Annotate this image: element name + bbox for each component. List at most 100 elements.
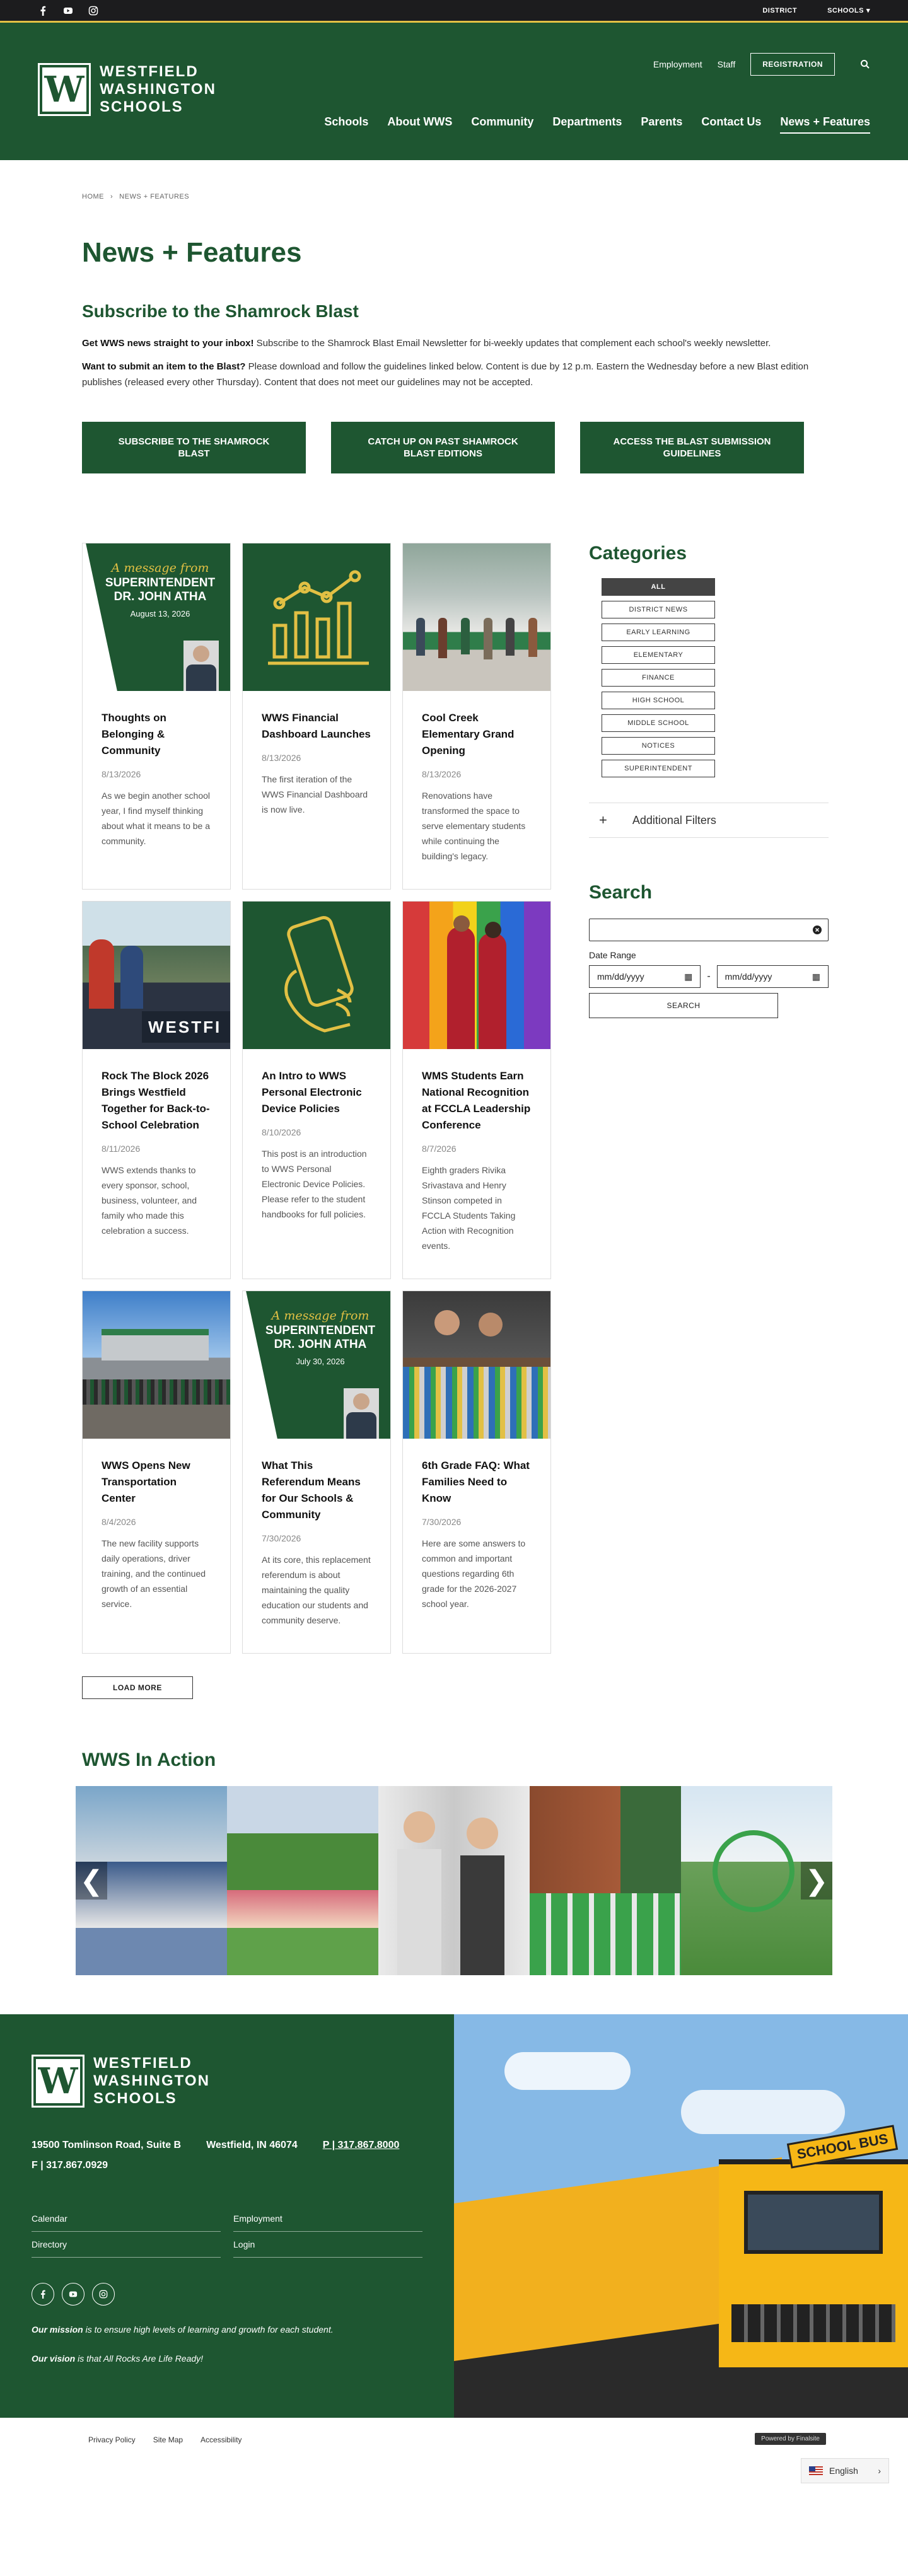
card-summary: Eighth graders Rivika Srivastava and Hen…	[422, 1165, 516, 1251]
clear-icon[interactable]	[813, 925, 822, 934]
card-title[interactable]: Rock The Block 2026 Brings Westfield Tog…	[102, 1068, 211, 1134]
news-card[interactable]: WMS Students Earn National Recognition a…	[402, 901, 551, 1279]
category-all[interactable]: ALL	[602, 578, 715, 596]
footer-login-link[interactable]: Login	[233, 2232, 422, 2258]
language-selector[interactable]: English ›	[801, 2458, 889, 2483]
accessibility-link[interactable]: Accessibility	[201, 2435, 242, 2444]
footer-logo[interactable]: W WESTFIELD WASHINGTON SCHOOLS	[32, 2055, 422, 2108]
schools-dropdown[interactable]: SCHOOLS ▾	[827, 6, 870, 15]
category-finance[interactable]: FINANCE	[602, 669, 715, 687]
start-date-field[interactable]: mm/dd/yyyy ▦	[589, 965, 701, 988]
category-elementary[interactable]: ELEMENTARY	[602, 646, 715, 664]
search-panel: Search Date Range mm/dd/yyyy ▦ - mm/dd/yy…	[589, 882, 829, 1018]
card-title[interactable]: What This Referendum Means for Our Schoo…	[262, 1458, 371, 1523]
youtube-icon[interactable]	[62, 2283, 84, 2306]
facebook-icon[interactable]	[32, 2283, 54, 2306]
category-notices[interactable]: NOTICES	[602, 737, 715, 755]
card-title[interactable]: Cool Creek Elementary Grand Opening	[422, 710, 532, 759]
registration-button[interactable]: REGISTRATION	[750, 53, 835, 76]
news-card[interactable]: 6th Grade FAQ: What Families Need to Kno…	[402, 1291, 551, 1654]
nav-schools[interactable]: Schools	[324, 115, 368, 134]
news-card[interactable]: A message from SUPERINTENDENT DR. JOHN A…	[82, 543, 231, 890]
site-header: W WESTFIELD WASHINGTON SCHOOLS Employmen…	[0, 23, 908, 160]
main-nav: Schools About WWS Community Departments …	[324, 115, 870, 150]
card-date: 7/30/2026	[262, 1533, 301, 1543]
nav-departments[interactable]: Departments	[552, 115, 622, 134]
employment-link[interactable]: Employment	[653, 59, 702, 69]
carousel-next-arrow[interactable]: ❯	[801, 1862, 832, 1900]
news-card[interactable]: An Intro to WWS Personal Electronic Devi…	[242, 901, 391, 1279]
plus-icon: +	[599, 812, 607, 828]
news-card[interactable]: WWS Financial Dashboard Launches 8/13/202…	[242, 543, 391, 890]
carousel-prev-arrow[interactable]: ❮	[76, 1862, 107, 1900]
footer-employment-link[interactable]: Employment	[233, 2206, 422, 2232]
card-date: 7/30/2026	[422, 1517, 462, 1527]
carousel-photo	[227, 1786, 378, 1975]
privacy-policy-link[interactable]: Privacy Policy	[88, 2435, 136, 2444]
chevron-right-icon: ›	[110, 193, 114, 200]
cta-row: SUBSCRIBE TO THE SHAMROCK BLAST CATCH UP…	[82, 422, 826, 473]
nav-contact[interactable]: Contact Us	[701, 115, 761, 134]
card-summary: The new facility supports daily operatio…	[102, 1538, 206, 1609]
footer-directory-link[interactable]: Directory	[32, 2232, 221, 2258]
instagram-icon[interactable]	[88, 6, 98, 16]
card-image: WESTFI	[83, 902, 230, 1049]
search-button[interactable]: SEARCH	[589, 993, 778, 1018]
site-logo[interactable]: W WESTFIELD WASHINGTON SCHOOLS	[38, 63, 216, 116]
staff-link[interactable]: Staff	[718, 59, 736, 69]
card-title[interactable]: WWS Financial Dashboard Launches	[262, 710, 371, 743]
carousel-photo	[378, 1786, 530, 1975]
subscribe-button[interactable]: SUBSCRIBE TO THE SHAMROCK BLAST	[82, 422, 306, 473]
search-input[interactable]	[589, 919, 829, 941]
load-more-button[interactable]: LOAD MORE	[82, 1676, 193, 1699]
news-card[interactable]: WWS Opens New Transportation Center 8/4/2…	[82, 1291, 231, 1654]
phone-hand-icon	[284, 915, 354, 1033]
news-card[interactable]: A message from SUPERINTENDENT DR. JOHN A…	[242, 1291, 391, 1654]
footer-contact: 19500 Tomlinson Road, Suite B Westfield,…	[32, 2135, 422, 2176]
footer-phone[interactable]: P | 317.867.8000	[323, 2135, 400, 2155]
card-image	[243, 543, 390, 691]
category-high-school[interactable]: HIGH SCHOOL	[602, 692, 715, 709]
wws-in-action: WWS In Action ❮ ❯	[0, 1749, 908, 1975]
footer-city: Westfield, IN 46074	[206, 2140, 298, 2150]
action-heading: WWS In Action	[82, 1749, 216, 1770]
nav-community[interactable]: Community	[471, 115, 533, 134]
nav-news-features[interactable]: News + Features	[780, 115, 870, 134]
carousel-photo	[530, 1786, 681, 1975]
category-middle-school[interactable]: MIDDLE SCHOOL	[602, 714, 715, 732]
youtube-icon[interactable]	[63, 6, 73, 16]
site-map-link[interactable]: Site Map	[153, 2435, 183, 2444]
card-summary: Renovations have transformed the space t…	[422, 791, 526, 861]
card-date: 8/11/2026	[102, 1144, 141, 1154]
card-title[interactable]: WMS Students Earn National Recognition a…	[422, 1068, 532, 1134]
card-title[interactable]: 6th Grade FAQ: What Families Need to Kno…	[422, 1458, 532, 1507]
end-date-field[interactable]: mm/dd/yyyy ▦	[716, 965, 829, 988]
superintendent-photo	[344, 1388, 379, 1439]
news-card[interactable]: WESTFI Rock The Block 2026 Brings Westfi…	[82, 901, 231, 1279]
card-title[interactable]: An Intro to WWS Personal Electronic Devi…	[262, 1068, 371, 1117]
news-card[interactable]: Cool Creek Elementary Grand Opening 8/13/…	[402, 543, 551, 890]
category-superintendent[interactable]: SUPERINTENDENT	[602, 760, 715, 777]
breadcrumb-home[interactable]: HOME	[82, 193, 104, 200]
superintendent-photo	[183, 641, 219, 691]
bar-chart-icon	[268, 570, 369, 665]
instagram-icon[interactable]	[92, 2283, 115, 2306]
powered-by-badge[interactable]: Powered by Finalsite	[755, 2433, 826, 2445]
facebook-icon[interactable]	[38, 6, 48, 16]
card-image	[243, 902, 390, 1049]
card-image	[83, 1291, 230, 1439]
guidelines-button[interactable]: ACCESS THE BLAST SUBMISSION GUIDELINES	[580, 422, 804, 473]
category-early-learning[interactable]: EARLY LEARNING	[602, 624, 715, 641]
legal-bar: Privacy Policy Site Map Accessibility Po…	[0, 2418, 908, 2483]
past-editions-button[interactable]: CATCH UP ON PAST SHAMROCK BLAST EDITIONS	[331, 422, 555, 473]
footer-calendar-link[interactable]: Calendar	[32, 2206, 221, 2232]
category-district-news[interactable]: DISTRICT NEWS	[602, 601, 715, 618]
card-title[interactable]: Thoughts on Belonging & Community	[102, 710, 211, 759]
additional-filters-toggle[interactable]: + Additional Filters	[589, 803, 829, 838]
nav-parents[interactable]: Parents	[641, 115, 682, 134]
district-link[interactable]: DISTRICT	[762, 6, 797, 15]
card-title[interactable]: WWS Opens New Transportation Center	[102, 1458, 211, 1507]
nav-about[interactable]: About WWS	[387, 115, 452, 134]
search-icon[interactable]	[860, 59, 870, 69]
photo-carousel: ❮ ❯	[76, 1786, 832, 1975]
